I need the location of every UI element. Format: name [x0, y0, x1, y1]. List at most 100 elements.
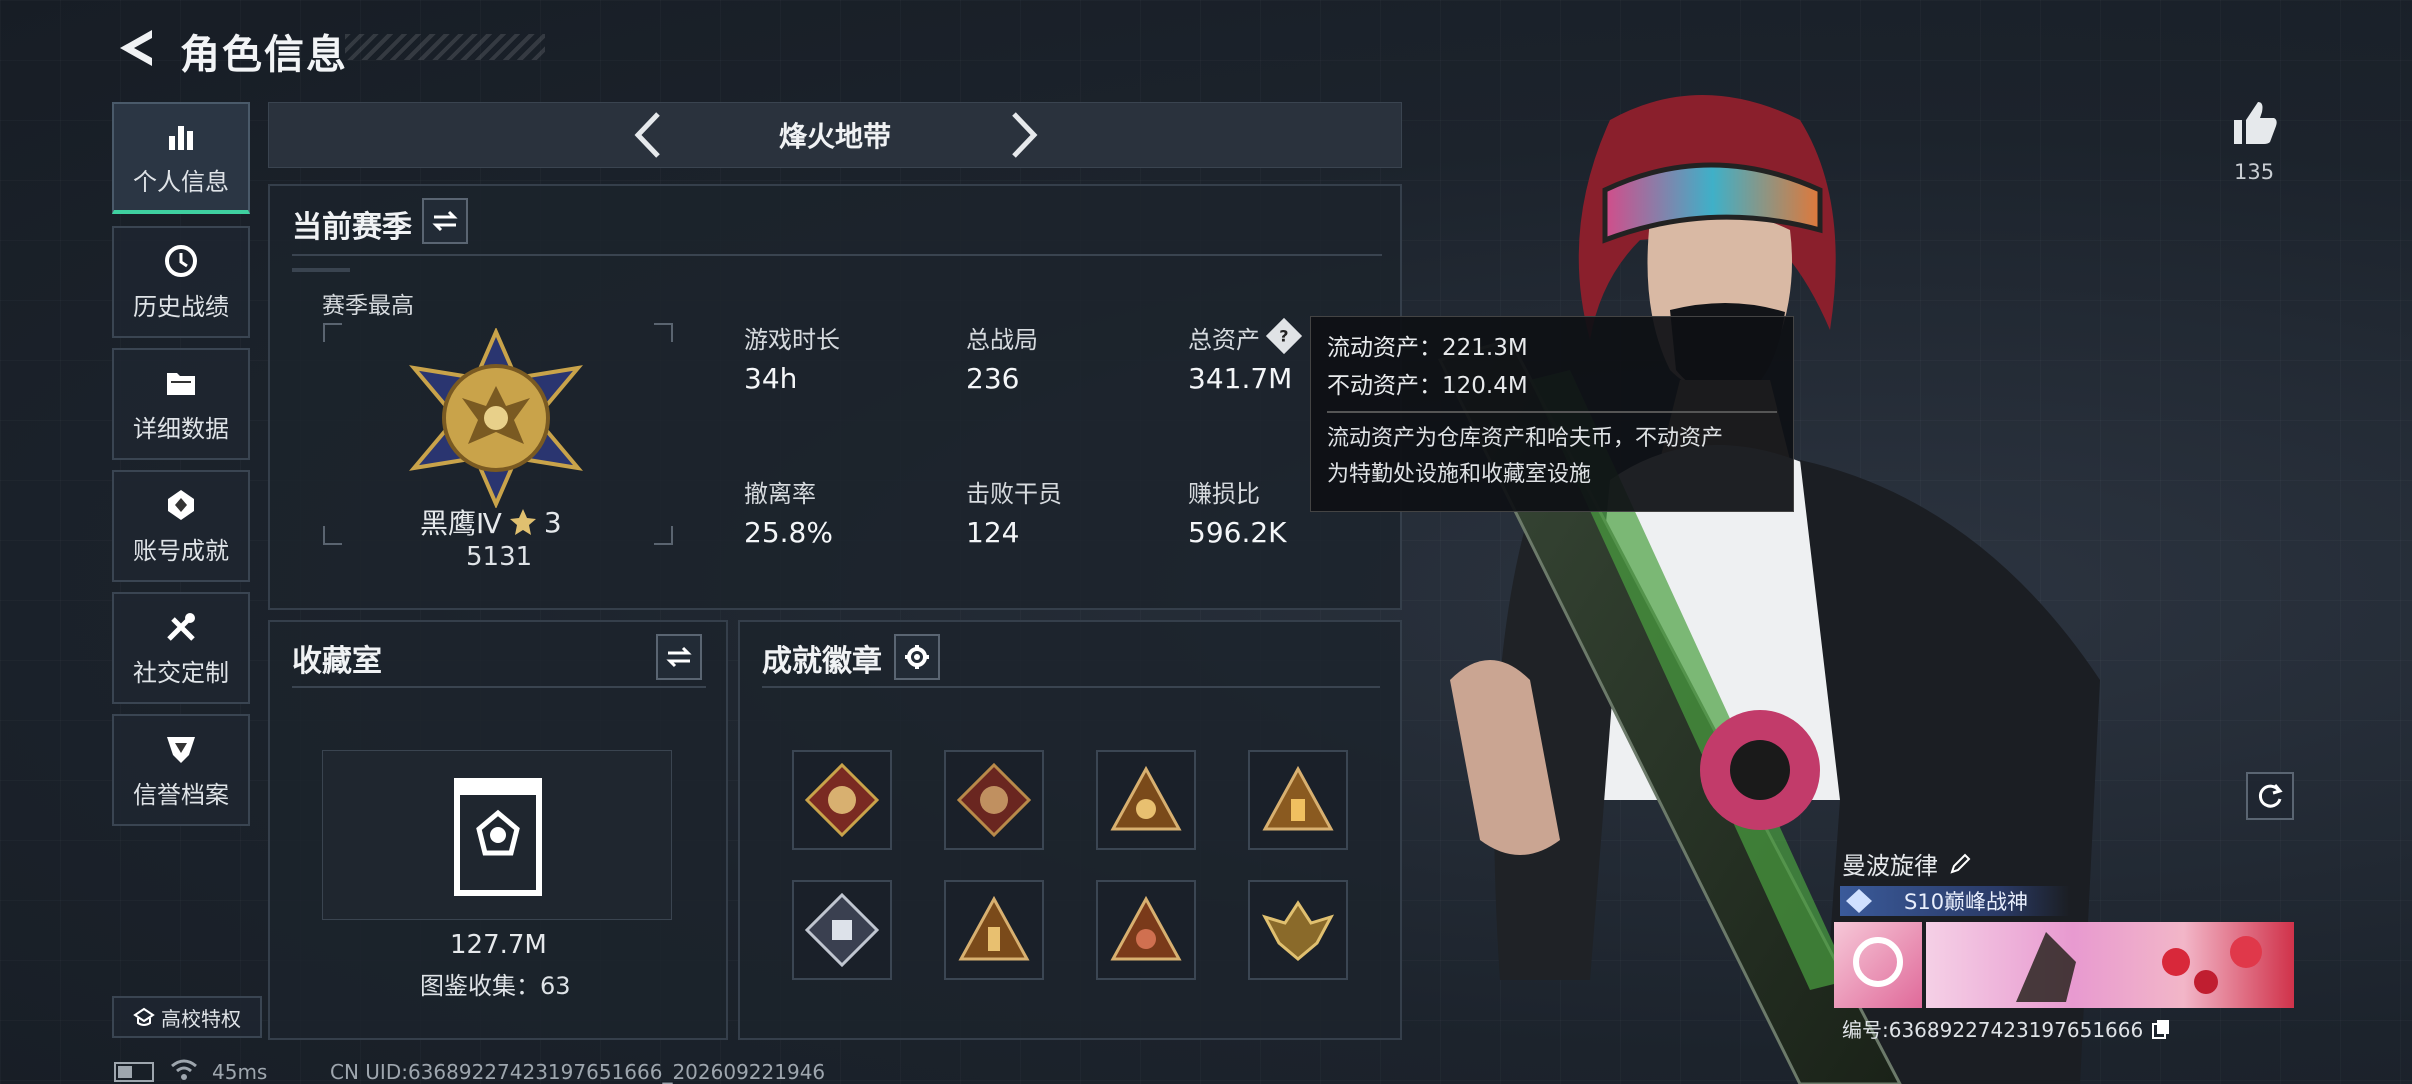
nav-detailed-data[interactable]: 详细数据 — [112, 348, 250, 460]
nav-history[interactable]: 历史战绩 — [112, 226, 250, 338]
copy-icon[interactable] — [2151, 1018, 2171, 1040]
achievement-badge[interactable] — [1248, 750, 1348, 850]
collection-room-icon — [454, 778, 542, 896]
collection-switch-button[interactable] — [656, 634, 702, 680]
wings-badge-icon — [1261, 900, 1335, 961]
name-card-banner[interactable] — [1926, 922, 2294, 1008]
nav-label: 个人信息 — [133, 167, 229, 196]
achievements-title: 成就徽章 — [762, 644, 882, 679]
stat-label: 赚损比 — [1188, 480, 1260, 508]
achievement-badge[interactable] — [944, 750, 1044, 850]
gear-icon — [905, 645, 929, 669]
nav-reputation[interactable]: 信誉档案 — [112, 714, 250, 826]
stat-value: 341.7M — [1188, 362, 1293, 395]
clock-icon — [165, 244, 197, 277]
asset-tooltip: 流动资产：221.3M 不动资产：120.4M 流动资产为仓库资产和哈夫币，不动… — [1310, 316, 1794, 512]
stat-value: 34h — [744, 362, 798, 395]
season-switch-button[interactable] — [422, 198, 468, 244]
nav-label: 历史战绩 — [133, 292, 229, 321]
season-title: 当前赛季 — [292, 210, 412, 245]
season-best-label: 赛季最高 — [322, 293, 414, 319]
pyramid-badge-icon — [958, 895, 1030, 961]
nav-achievements[interactable]: 账号成就 — [112, 470, 250, 582]
tooltip-desc-1: 流动资产为仓库资产和哈夫币，不动资产 — [1327, 426, 1724, 451]
edit-icon[interactable] — [1948, 852, 1972, 876]
folder-icon — [167, 372, 195, 395]
pyramid-badge-icon — [1262, 765, 1334, 831]
mode-label: 烽火地带 — [778, 120, 891, 153]
stat-label: 总战局 — [966, 326, 1038, 354]
avatar-frame[interactable] — [1834, 922, 1922, 1008]
nav-label: 详细数据 — [133, 414, 229, 443]
thumbs-up-icon[interactable] — [2230, 98, 2280, 148]
achievement-icon — [168, 489, 194, 520]
achievement-badge[interactable] — [1096, 750, 1196, 850]
pyramid-badge-icon — [1110, 765, 1182, 831]
player-name: 曼波旋律 — [1842, 852, 1938, 880]
title-badge: S10巅峰战神 — [1840, 886, 2070, 916]
page-title: 角色信息 — [180, 32, 348, 78]
player-id-row: 编号:636892274231976516​66 — [1842, 1014, 2171, 1043]
tools-icon — [167, 612, 195, 641]
wifi-icon — [171, 1059, 197, 1080]
ping: 45ms — [212, 1060, 268, 1084]
like-count: 135 — [2234, 160, 2275, 184]
rank-score: 5131 — [466, 542, 533, 572]
stat-label: 总资产 — [1188, 326, 1260, 354]
refresh-icon — [2258, 784, 2283, 808]
achievement-badge[interactable] — [944, 880, 1044, 980]
divider-accent — [292, 268, 350, 272]
stat-value: 124 — [966, 516, 1020, 549]
rank-stars: 3 — [543, 505, 562, 539]
nav-label: 账号成就 — [133, 536, 229, 565]
achievement-badge[interactable] — [792, 750, 892, 850]
back-arrow-icon[interactable] — [112, 24, 158, 72]
swap-icon — [666, 646, 692, 668]
stat-label: 撤离率 — [744, 480, 816, 508]
avatar-emblem-icon — [1853, 937, 1903, 987]
shield-icon — [167, 736, 195, 763]
campus-icon — [133, 1007, 155, 1026]
title-badge-label: S10巅峰战神 — [1904, 890, 2029, 914]
dragon-badge-icon — [805, 763, 879, 837]
achievements-settings-button[interactable] — [894, 634, 940, 680]
banner-art — [2016, 932, 2262, 1002]
nav-social-custom[interactable]: 社交定制 — [112, 592, 250, 704]
player-name-row: 曼波旋律 — [1842, 846, 1972, 881]
stat-value: 596.2K — [1188, 516, 1287, 549]
stat-label: 游戏时长 — [744, 326, 840, 354]
season-divider — [292, 254, 1382, 256]
stat-value: 236 — [966, 362, 1020, 395]
achievement-badge[interactable] — [792, 880, 892, 980]
swap-icon — [432, 210, 458, 232]
refresh-button[interactable] — [2246, 772, 2294, 820]
title-decoration — [345, 34, 545, 60]
campus-label: 高校特权 — [161, 1006, 241, 1031]
campus-privilege-button[interactable]: 高校特权 — [112, 996, 262, 1038]
rank-medal-icon — [409, 328, 583, 508]
uid-footer: CN UID:6368922742319765166​6_20260922194… — [330, 1060, 826, 1084]
tooltip-separator — [1327, 411, 1777, 413]
silver-badge-icon — [805, 893, 879, 967]
pyramid-badge-icon — [1110, 895, 1182, 961]
star-icon — [509, 509, 536, 535]
nav-label: 信誉档案 — [133, 780, 229, 809]
title-badge-icon — [1846, 889, 1872, 913]
achievement-badge[interactable] — [1248, 880, 1348, 980]
achievement-badge[interactable] — [1096, 880, 1196, 980]
collection-title: 收藏室 — [292, 644, 382, 679]
collection-divider — [292, 686, 706, 688]
collection-room-card[interactable] — [322, 750, 672, 920]
mode-prev-icon[interactable] — [624, 108, 674, 162]
rank-name: 黑鹰Ⅳ — [420, 507, 502, 540]
stat-value: 25.8% — [744, 516, 833, 549]
player-id: 编号:636892274231976516​66 — [1842, 1018, 2144, 1042]
tooltip-desc-2: 为特勤处设施和收藏室设施 — [1327, 462, 1592, 487]
nav-personal-info[interactable]: 个人信息 — [112, 102, 250, 214]
collection-count: 图鉴收集：63 — [420, 972, 571, 1000]
mode-next-icon[interactable] — [998, 108, 1048, 162]
rank-line: 黑鹰Ⅳ 3 — [420, 502, 562, 542]
bar-chart-icon — [169, 125, 193, 150]
tooltip-fixed: 不动资产：120.4M — [1327, 373, 1528, 399]
tooltip-liquid: 流动资产：221.3M — [1327, 335, 1528, 361]
